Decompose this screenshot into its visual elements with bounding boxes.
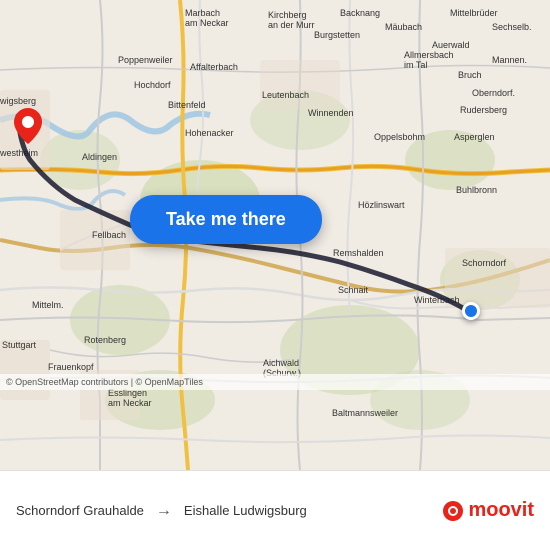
map-container: Take me there Marbacham Neckar Backnang … <box>0 0 550 470</box>
origin-pin <box>14 108 42 149</box>
take-me-there-button[interactable]: Take me there <box>130 195 322 244</box>
copyright-text: © OpenStreetMap contributors | © OpenMap… <box>0 374 550 390</box>
route-info: Schorndorf Grauhalde → Eishalle Ludwigsb… <box>16 502 442 520</box>
arrow-icon: → <box>156 502 172 520</box>
moovit-logo: moovit <box>442 499 534 522</box>
bottom-bar: Schorndorf Grauhalde → Eishalle Ludwigsb… <box>0 470 550 550</box>
destination-pin <box>462 302 480 320</box>
moovit-text: moovit <box>468 499 534 522</box>
from-label: Schorndorf Grauhalde <box>16 503 144 518</box>
to-label: Eishalle Ludwigsburg <box>184 503 307 518</box>
moovit-logo-icon <box>442 500 464 522</box>
